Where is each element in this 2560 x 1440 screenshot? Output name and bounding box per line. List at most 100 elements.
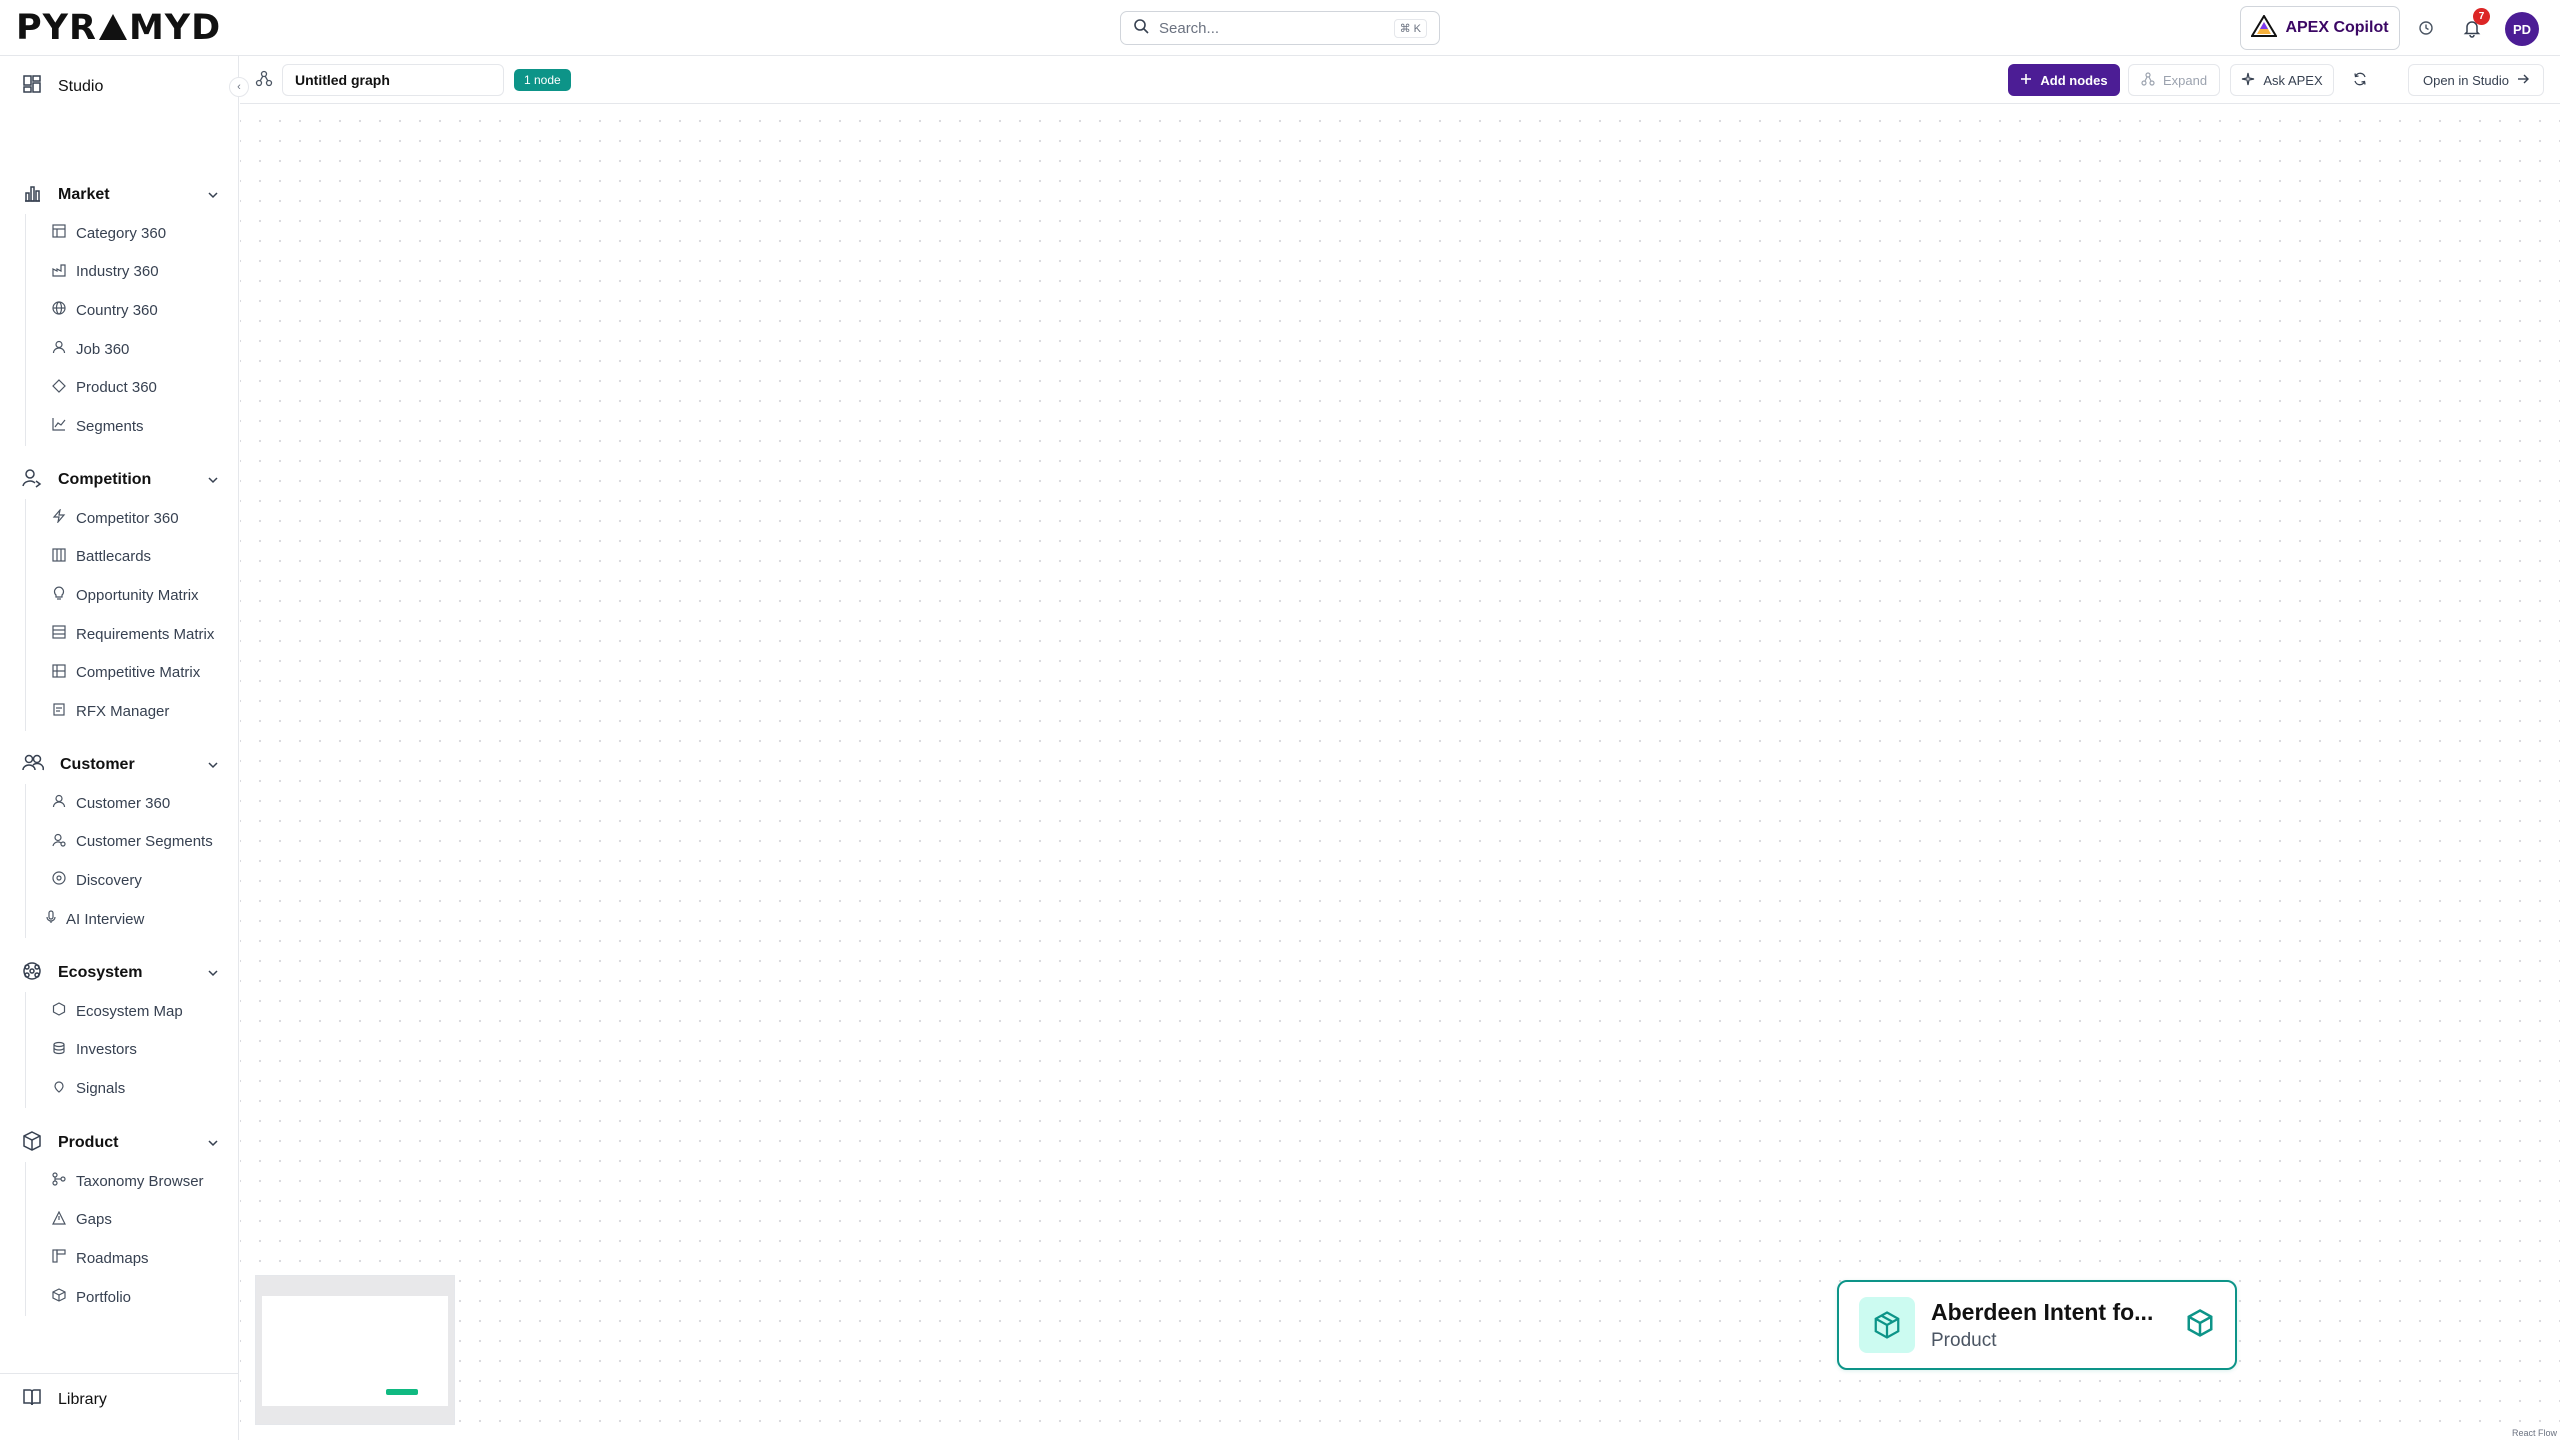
top-bar: PYR MYD ⌘ K APEX Copilot 7 PD — [0, 0, 2560, 56]
roadmap-icon — [52, 1249, 66, 1267]
open-in-studio-label: Open in Studio — [2422, 72, 2509, 88]
boxes-icon — [52, 1288, 66, 1306]
refresh-button[interactable] — [2343, 64, 2377, 96]
sidebar-item-customer-360[interactable]: Customer 360 — [26, 784, 239, 823]
user-icon — [52, 794, 66, 812]
section-product: Product Taxonomy Browser Gaps Roadmaps P… — [0, 1124, 239, 1317]
sidebar-item-roadmaps[interactable]: Roadmaps — [26, 1239, 239, 1278]
minimap[interactable] — [255, 1275, 455, 1425]
hexagon-icon — [52, 1002, 66, 1020]
sidebar-item-requirements-matrix[interactable]: Requirements Matrix — [26, 615, 239, 654]
collapse-sidebar-button[interactable]: ‹ — [229, 77, 249, 97]
item-label: Gaps — [76, 1211, 112, 1229]
item-label: Country 360 — [76, 301, 158, 319]
apex-copilot-button[interactable]: APEX Copilot — [2240, 6, 2400, 50]
section-header-product[interactable]: Product — [0, 1124, 239, 1162]
item-label: Customer 360 — [76, 794, 171, 812]
book-icon — [22, 1387, 42, 1412]
ask-apex-label: Ask APEX — [2263, 72, 2323, 88]
section-customer: Customer Customer 360 Customer Segments … — [0, 746, 239, 939]
signal-icon — [52, 1079, 66, 1097]
user-icon — [52, 340, 66, 358]
sidebar-item-library[interactable]: Library — [22, 1387, 107, 1412]
sidebar-item-category-360[interactable]: Category 360 — [26, 214, 239, 253]
sidebar-item-ai-interview[interactable]: AI Interview — [26, 900, 239, 939]
clipboard-icon — [52, 702, 66, 720]
node-count-badge: 1 node — [514, 69, 571, 91]
logo-text-right: MYD — [128, 8, 222, 48]
chevron-down-icon — [207, 188, 219, 206]
customer-items: Customer 360 Customer Segments Discovery… — [25, 784, 239, 939]
item-label: Customer Segments — [76, 833, 213, 851]
sidebar-item-investors[interactable]: Investors — [26, 1031, 239, 1070]
item-label: AI Interview — [66, 910, 145, 928]
user-cog-icon — [52, 833, 66, 851]
open-in-studio-button[interactable]: Open in Studio — [2408, 64, 2544, 96]
graph-icon — [255, 70, 273, 93]
notification-badge: 7 — [2473, 8, 2490, 25]
apex-copilot-label: APEX Copilot — [2285, 19, 2389, 36]
graph-title-input[interactable] — [282, 64, 504, 96]
sidebar-item-customer-segments[interactable]: Customer Segments — [26, 823, 239, 862]
item-label: RFX Manager — [76, 702, 170, 720]
section-label-competition: Competition — [58, 471, 152, 488]
sidebar-item-rfx-manager[interactable]: RFX Manager — [26, 692, 239, 731]
sidebar-item-ecosystem-map[interactable]: Ecosystem Map — [26, 992, 239, 1031]
sidebar-item-discovery[interactable]: Discovery — [26, 861, 239, 900]
pyramyd-logo[interactable]: PYR MYD — [16, 8, 221, 48]
table-icon — [52, 625, 66, 643]
item-label: Opportunity Matrix — [76, 586, 199, 604]
bar-chart-icon — [22, 183, 42, 208]
search-box[interactable]: ⌘ K — [1120, 11, 1440, 45]
minimap-node — [386, 1389, 418, 1395]
library-label: Library — [58, 1390, 107, 1408]
market-items: Category 360 Industry 360 Country 360 Jo… — [25, 214, 239, 446]
section-header-competition[interactable]: Competition — [0, 461, 239, 499]
studio-label: Studio — [58, 77, 104, 95]
user-avatar[interactable]: PD — [2505, 12, 2539, 46]
sidebar-item-industry-360[interactable]: Industry 360 — [26, 253, 239, 292]
item-label: Category 360 — [76, 224, 167, 242]
sidebar-item-signals[interactable]: Signals — [26, 1069, 239, 1108]
ask-apex-button[interactable]: Ask APEX — [2230, 64, 2334, 96]
sidebar-item-gaps[interactable]: Gaps — [26, 1201, 239, 1240]
bell-icon[interactable]: 7 — [2458, 8, 2490, 42]
search-input[interactable] — [1159, 19, 1384, 37]
sidebar-item-battlecards[interactable]: Battlecards — [26, 538, 239, 577]
sidebar-item-taxonomy-browser[interactable]: Taxonomy Browser — [26, 1162, 239, 1201]
section-header-ecosystem[interactable]: Ecosystem — [0, 954, 239, 992]
sidebar-item-segments[interactable]: Segments — [26, 407, 239, 446]
table-icon — [52, 664, 66, 682]
sidebar-item-country-360[interactable]: Country 360 — [26, 291, 239, 330]
section-header-market[interactable]: Market — [0, 176, 239, 214]
graph-canvas[interactable]: Aberdeen Intent fo... Product React Flow — [240, 105, 2560, 1440]
box-icon — [2185, 1308, 2215, 1343]
history-icon[interactable] — [2412, 14, 2440, 42]
chevron-down-icon — [207, 1136, 219, 1154]
add-nodes-button[interactable]: Add nodes — [2008, 64, 2120, 96]
sidebar-item-portfolio[interactable]: Portfolio — [26, 1278, 239, 1317]
react-flow-attribution[interactable]: React Flow — [2512, 1428, 2557, 1438]
item-label: Discovery — [76, 871, 142, 889]
divider — [0, 1373, 239, 1374]
lightning-icon — [52, 508, 66, 527]
graph-node-product[interactable]: Aberdeen Intent fo... Product — [1837, 1280, 2237, 1370]
cards-icon — [52, 548, 66, 566]
users-icon — [22, 753, 45, 778]
sidebar-item-competitive-matrix[interactable]: Competitive Matrix — [26, 653, 239, 692]
section-competition: Competition Competitor 360 Battlecards O… — [0, 461, 239, 731]
section-header-customer[interactable]: Customer — [0, 746, 239, 784]
chevron-down-icon — [207, 473, 219, 491]
sidebar-item-job-360[interactable]: Job 360 — [26, 330, 239, 369]
sidebar-item-studio[interactable]: Studio — [22, 74, 103, 99]
sidebar-item-opportunity-matrix[interactable]: Opportunity Matrix — [26, 576, 239, 615]
sidebar-item-product-360[interactable]: Product 360 — [26, 368, 239, 407]
refresh-icon — [2353, 72, 2367, 89]
ecosystem-icon — [22, 961, 42, 986]
sidebar-item-competitor-360[interactable]: Competitor 360 — [26, 499, 239, 538]
add-nodes-label: Add nodes — [2040, 72, 2108, 88]
expand-button[interactable]: Expand — [2128, 64, 2220, 96]
item-label: Competitor 360 — [76, 509, 179, 527]
item-label: Portfolio — [76, 1288, 132, 1306]
sparkle-icon — [2241, 72, 2255, 89]
